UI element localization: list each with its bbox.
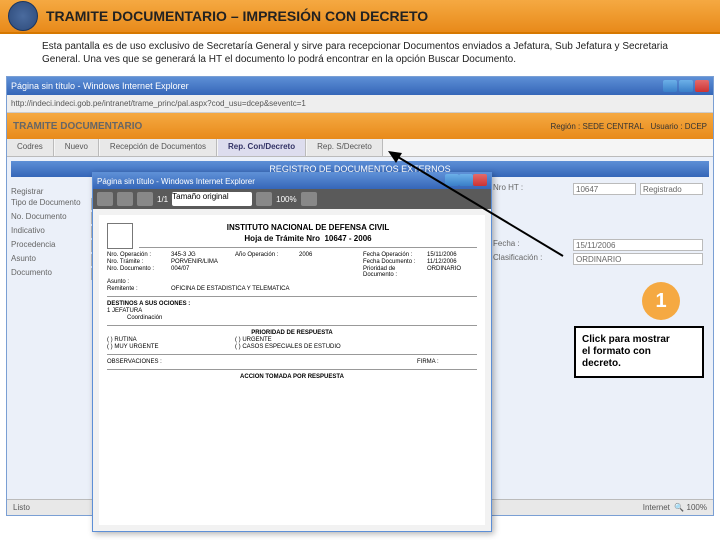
zoom-in-icon[interactable] <box>301 192 317 206</box>
zoom-out-icon[interactable] <box>256 192 272 206</box>
right-form: Nro HT :10647Registrado Fecha :15/11/200… <box>493 181 703 267</box>
pdf-viewer-window: Página sin título - Windows Internet Exp… <box>92 172 492 532</box>
slide-title: TRAMITE DOCUMENTARIO – IMPRESIÓN CON DEC… <box>46 8 428 24</box>
ie-title-text: Página sin título - Windows Internet Exp… <box>11 81 189 91</box>
print-mode-select[interactable]: Tamaño original <box>172 192 252 206</box>
close-icon <box>695 80 709 92</box>
save-icon[interactable] <box>117 192 133 206</box>
tab-rep-sin-decreto[interactable]: Rep. S/Decreto <box>307 139 383 156</box>
pdf-hoja: Hoja de Trámite Nro 10647 - 2006 <box>107 234 477 243</box>
indeci-logo <box>8 1 38 31</box>
pdf-institute: INSTITUTO NACIONAL DE DEFENSA CIVIL <box>107 223 477 232</box>
page-nav-icon[interactable] <box>137 192 153 206</box>
pdf-page: INSTITUTO NACIONAL DE DEFENSA CIVIL Hoja… <box>99 215 485 525</box>
nav-tabs: Codres Nuevo Recepción de Documentos Rep… <box>7 139 713 157</box>
pdf-toolbar: 1/1 Tamaño original 100% <box>93 189 491 209</box>
address-bar[interactable]: http://indeci.indeci.gob.pe/intranet/tra… <box>7 95 713 113</box>
tab-recepcion[interactable]: Recepción de Documentos <box>100 139 217 156</box>
app-banner: TRAMITE DOCUMENTARIO Región : SEDE CENTR… <box>7 113 713 139</box>
ie-titlebar: Página sin título - Windows Internet Exp… <box>7 77 713 95</box>
tab-codres[interactable]: Codres <box>7 139 54 156</box>
callout-number: 1 <box>642 282 680 320</box>
window-controls[interactable] <box>663 80 709 92</box>
minimize-icon <box>663 80 677 92</box>
maximize-icon <box>679 80 693 92</box>
banner-meta: Región : SEDE CENTRAL Usuario : DCEP <box>550 122 707 131</box>
institution-logo <box>107 223 133 249</box>
tab-rep-con-decreto[interactable]: Rep. Con/Decreto <box>218 139 306 156</box>
tab-nuevo[interactable]: Nuevo <box>55 139 99 156</box>
pdf-titlebar: Página sin título - Windows Internet Exp… <box>93 173 491 189</box>
callout-text: Click para mostrar el formato con decret… <box>574 326 704 378</box>
pdf-window-controls[interactable] <box>445 174 487 188</box>
banner-text: TRAMITE DOCUMENTARIO <box>13 121 142 132</box>
print-icon[interactable] <box>97 192 113 206</box>
slide-header: TRAMITE DOCUMENTARIO – IMPRESIÓN CON DEC… <box>0 0 720 34</box>
slide-description: Esta pantalla es de uso exclusivo de Sec… <box>0 34 720 72</box>
